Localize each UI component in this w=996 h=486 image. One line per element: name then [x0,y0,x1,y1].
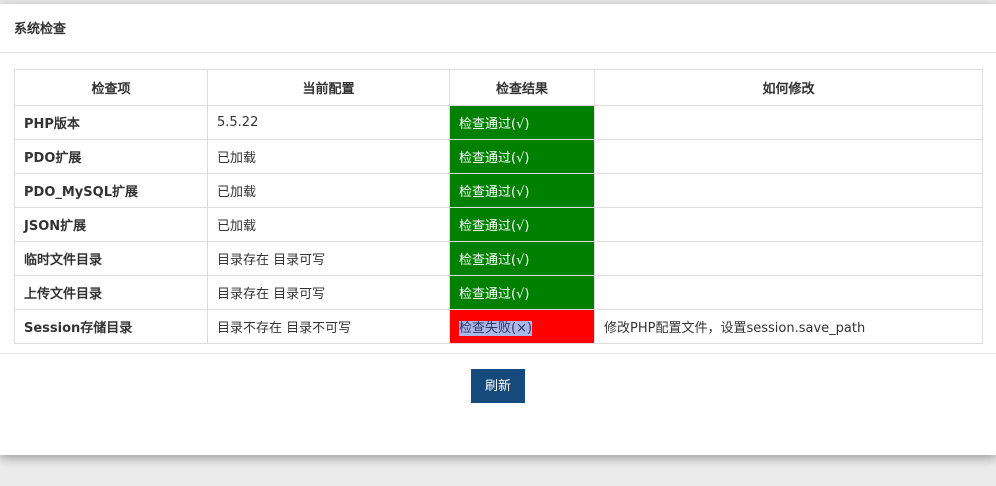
check-result-pass: 检查通过(√) [449,139,595,174]
check-result-pass: 检查通过(√) [449,275,595,310]
check-item: 上传文件目录 [14,275,208,310]
table-row: PDO扩展 已加载 检查通过(√) [14,139,983,174]
fix-hint [594,139,983,174]
table-row: Session存储目录 目录不存在 目录不可写 检查失败(×) 修改PHP配置文… [14,309,983,344]
check-result-pass: 检查通过(√) [449,173,595,208]
check-item: 临时文件目录 [14,241,208,276]
column-header-item: 检查项 [14,69,208,106]
table-row: 上传文件目录 目录存在 目录可写 检查通过(√) [14,275,983,310]
fix-hint [594,173,983,208]
check-item: PDO扩展 [14,139,208,174]
selected-result-text: 检查失败(×) [459,321,533,336]
fix-hint [594,105,983,140]
check-item: Session存储目录 [14,309,208,344]
table-header-row: 检查项 当前配置 检查结果 如何修改 [14,69,983,106]
column-header-config: 当前配置 [207,69,450,106]
fix-hint [594,207,983,242]
current-config: 已加载 [207,207,450,242]
refresh-button[interactable]: 刷新 [471,369,525,403]
current-config: 5.5.22 [207,105,450,140]
fix-hint [594,241,983,276]
panel-title: 系统检查 [0,4,996,53]
check-item: PHP版本 [14,105,208,140]
table-row: JSON扩展 已加载 检查通过(√) [14,207,983,242]
current-config: 目录存在 目录可写 [207,275,450,310]
check-item: PDO_MySQL扩展 [14,173,208,208]
panel-footer: 刷新 [0,354,996,454]
column-header-fix: 如何修改 [594,69,983,106]
check-item: JSON扩展 [14,207,208,242]
current-config: 目录存在 目录可写 [207,241,450,276]
current-config: 目录不存在 目录不可写 [207,309,450,344]
system-check-panel: 系统检查 检查项 当前配置 检查结果 如何修改 PHP版本 5.5.22 检查通… [0,4,996,455]
column-header-result: 检查结果 [449,69,595,106]
table-row: PHP版本 5.5.22 检查通过(√) [14,105,983,140]
current-config: 已加载 [207,173,450,208]
check-result-pass: 检查通过(√) [449,105,595,140]
table-row: 临时文件目录 目录存在 目录可写 检查通过(√) [14,241,983,276]
current-config: 已加载 [207,139,450,174]
panel-body: 检查项 当前配置 检查结果 如何修改 PHP版本 5.5.22 检查通过(√) … [0,53,996,354]
check-result-pass: 检查通过(√) [449,241,595,276]
fix-hint: 修改PHP配置文件，设置session.save_path [594,309,983,344]
check-result-pass: 检查通过(√) [449,207,595,242]
table-row: PDO_MySQL扩展 已加载 检查通过(√) [14,173,983,208]
check-table: 检查项 当前配置 检查结果 如何修改 PHP版本 5.5.22 检查通过(√) … [14,69,983,344]
check-result-fail: 检查失败(×) [449,309,595,344]
fix-hint [594,275,983,310]
